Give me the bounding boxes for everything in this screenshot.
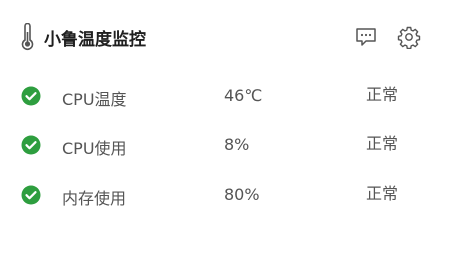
metric-row-memory-usage: 内存使用 80% 正常 <box>18 180 428 210</box>
thermometer-icon <box>21 23 34 51</box>
feedback-button[interactable] <box>354 25 378 49</box>
widget-title: 小鲁温度监控 <box>44 30 146 50</box>
metric-row-cpu-temperature: CPU温度 46℃ 正常 <box>18 81 428 111</box>
metric-label: CPU使用 <box>62 139 127 158</box>
metric-row-cpu-usage: CPU使用 8% 正常 <box>18 130 428 160</box>
check-circle-icon <box>21 185 41 205</box>
widget-header: 小鲁温度监控 <box>18 22 428 52</box>
message-icon <box>356 28 376 46</box>
settings-button[interactable] <box>397 25 421 50</box>
temperature-monitor-widget: 小鲁温度监控 CPU温度 46℃ 正常 CPU使用 8% 正常 内存使用 80%… <box>0 0 450 255</box>
metric-status: 正常 <box>366 85 399 104</box>
gear-icon <box>397 26 421 50</box>
metric-value: 46℃ <box>224 86 263 105</box>
check-circle-icon <box>21 86 41 106</box>
metric-label: CPU温度 <box>62 90 127 109</box>
check-circle-icon <box>21 135 41 155</box>
metric-label: 内存使用 <box>62 189 127 208</box>
metric-value: 8% <box>224 135 250 154</box>
metric-value: 80% <box>224 185 260 204</box>
metric-status: 正常 <box>366 184 399 203</box>
metric-status: 正常 <box>366 134 399 153</box>
